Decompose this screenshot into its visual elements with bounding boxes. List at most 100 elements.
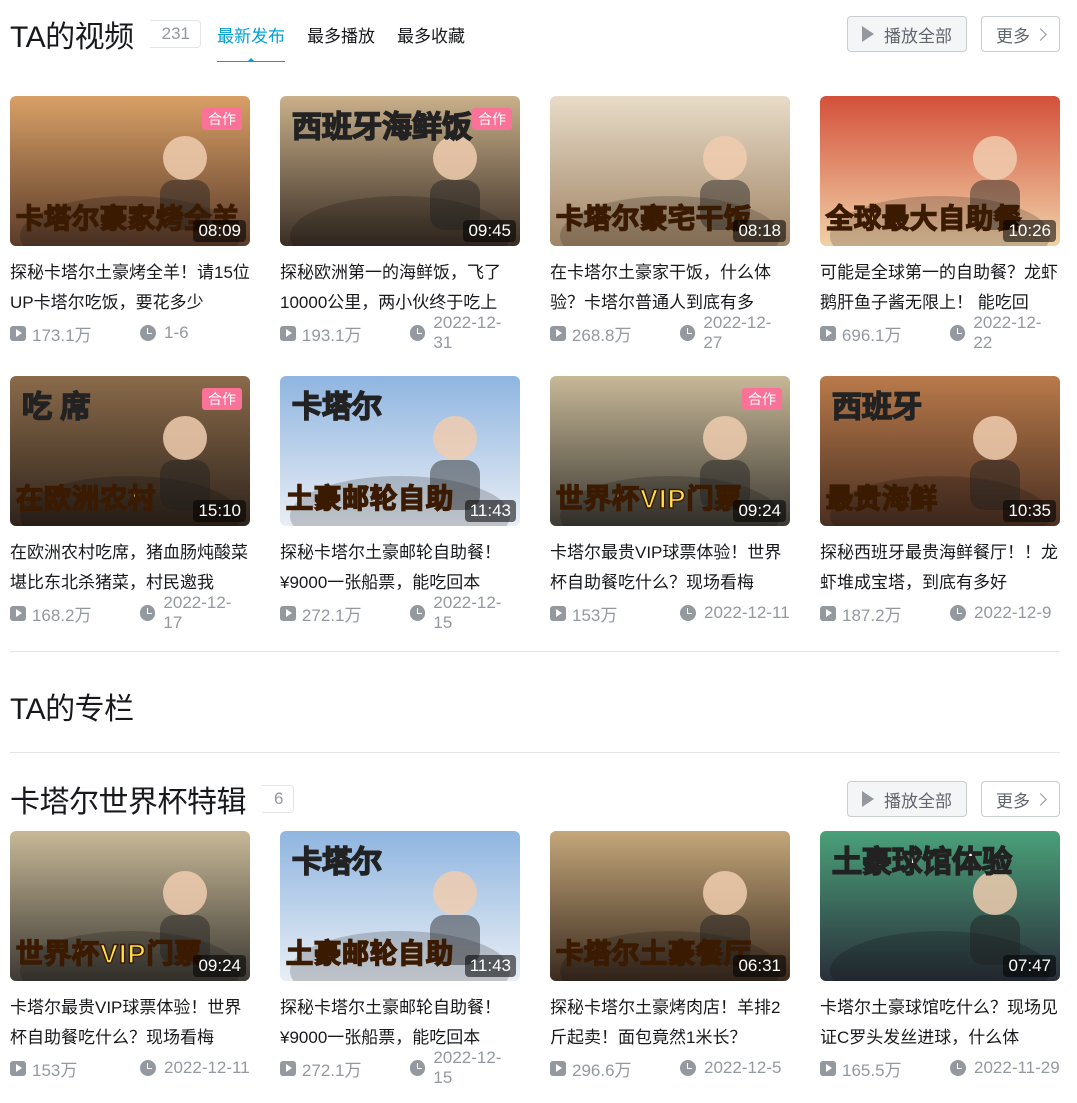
video-card[interactable]: 卡塔尔豪家烤全羊 合作 08:09 探秘卡塔尔土豪烤全羊！请15位UP卡塔尔吃饭，要花… [10,96,250,346]
video-meta: 268.8万 2022-12-27 [550,313,790,352]
play-count-icon [280,325,296,341]
play-all-label: 播放全部 [884,26,952,46]
video-card[interactable]: 卡塔尔豪宅干饭 08:18 在卡塔尔土豪家干饭，什么体验？卡塔尔普通人到底有多 268… [550,96,790,352]
video-thumbnail[interactable]: 吃 席在欧洲农村 合作 15:10 [10,376,250,526]
publish-date: 2022-12-15 [433,1048,502,1087]
tab-most-favorited[interactable]: 最多收藏 [397,14,465,54]
video-duration: 15:10 [193,500,246,522]
video-title[interactable]: 探秘欧洲第一的海鲜饭，飞了10000公里，两小伙终于吃上 [280,258,520,318]
videos-section-title: TA的视频 [10,21,134,54]
video-card[interactable]: 全球最大自助餐 10:26 可能是全球第一的自助餐？龙虾鹅肝鱼子酱无限上！ 能吃回 6… [820,96,1060,352]
view-count: 168.2万 [31,605,92,625]
view-count: 173.1万 [32,325,92,345]
publish-date: 2022-12-31 [433,313,502,352]
video-meta: 153万 2022-12-11 [550,599,790,627]
video-card[interactable]: 土豪球馆体验 07:47 卡塔尔土豪球馆吃什么？现场见证C罗头发丝进球，什么体 165… [820,831,1060,1081]
video-card[interactable]: 卡塔尔土豪餐厅 06:31 探秘卡塔尔土豪烤肉店！羊排2斤起卖！面包竟然1米长？ 29… [550,831,790,1081]
video-thumbnail[interactable]: 卡塔尔豪家烤全羊 合作 08:09 [10,96,250,246]
play-icon [862,791,874,807]
play-count-icon [10,1060,26,1076]
video-card[interactable]: 卡塔尔 土豪邮轮自助 11:43 探秘卡塔尔土豪邮轮自助餐！¥9000一张船票，能吃回… [280,831,520,1087]
clock-icon [139,605,156,621]
columns-section-title: TA的专栏 [10,693,134,726]
collab-badge: 合作 [742,388,782,410]
video-meta: 193.1万 2022-12-31 [280,313,520,352]
video-title[interactable]: 探秘卡塔尔土豪邮轮自助餐！¥9000一张船票，能吃回本 [280,993,520,1053]
publish-date: 2022-12-22 [973,313,1042,352]
publish-date: 2022-11-29 [974,1058,1060,1077]
video-meta: 168.2万 2022-12-17 [10,593,250,632]
video-title[interactable]: 在欧洲农村吃席，猪血肠炖酸菜堪比东北杀猪菜，村民邀我 [10,538,250,598]
video-thumbnail[interactable]: 世界杯VIP门票 合作 09:24 [550,376,790,526]
play-count-icon [820,1060,836,1076]
playlist-more-button[interactable]: 更多 [981,781,1060,817]
video-title[interactable]: 探秘西班牙最贵海鲜餐厅！！龙虾堆成宝塔，到底有多好 [820,538,1060,598]
thumbnail-top-caption: 土豪球馆体验 [831,845,1013,880]
clock-icon [680,1060,696,1076]
collab-badge: 合作 [472,108,512,130]
videos-count-badge: 231 [149,20,201,48]
video-title[interactable]: 探秘卡塔尔土豪烤肉店！羊排2斤起卖！面包竟然1米长？ [550,993,790,1053]
video-title[interactable]: 卡塔尔土豪球馆吃什么？现场见证C罗头发丝进球，什么体 [820,993,1060,1053]
publish-date: 2022-12-9 [974,603,1052,622]
video-meta: 296.6万 2022-12-5 [550,1054,790,1082]
tab-latest[interactable]: 最新发布 [216,14,285,62]
view-count: 272.1万 [301,1060,362,1080]
play-all-button[interactable]: 播放全部 [847,16,967,52]
video-title[interactable]: 在卡塔尔土豪家干饭，什么体验？卡塔尔普通人到底有多 [550,258,790,318]
tab-most-played[interactable]: 最多播放 [307,14,375,54]
thumbnail-top-caption: 西班牙 [831,390,923,425]
video-meta: 696.1万 2022-12-22 [820,313,1060,352]
collab-badge: 合作 [202,388,242,410]
video-card[interactable]: 世界杯VIP门票 09:24 卡塔尔最贵VIP球票体验！世界杯自助餐吃什么？现场看梅… [10,831,250,1081]
clock-icon [950,1060,966,1076]
clock-icon [409,1060,426,1076]
section-divider [10,651,1060,652]
videos-grid: 卡塔尔豪家烤全羊 合作 08:09 探秘卡塔尔土豪烤全羊！请15位UP卡塔尔吃饭，要花… [10,96,1060,632]
video-thumbnail[interactable]: 卡塔尔 土豪邮轮自助 11:43 [280,831,520,981]
videos-section-header: TA的视频 231 最新发布 最多播放 最多收藏 播放全部 更多 [10,14,1060,62]
video-card[interactable]: 西班牙海鲜饭 合作 09:45 探秘欧洲第一的海鲜饭，飞了10000公里，两小伙终于吃… [280,96,520,352]
publish-date: 2022-12-15 [433,593,502,632]
video-card[interactable]: 吃 席在欧洲农村 合作 15:10 在欧洲农村吃席，猪血肠炖酸菜堪比东北杀猪菜，村民邀… [10,376,250,632]
chevron-right-icon [1034,27,1047,41]
publish-date: 2022-12-17 [163,593,232,632]
video-thumbnail[interactable]: 卡塔尔豪宅干饭 08:18 [550,96,790,246]
publish-date: 2022-12-27 [703,313,772,352]
video-title[interactable]: 卡塔尔最贵VIP球票体验！世界杯自助餐吃什么？现场看梅 [10,993,250,1053]
video-thumbnail[interactable]: 西班牙海鲜饭 合作 09:45 [280,96,520,246]
playlist-grid: 世界杯VIP门票 09:24 卡塔尔最贵VIP球票体验！世界杯自助餐吃什么？现场看梅… [10,831,1060,1087]
play-count-icon [550,325,566,341]
video-title[interactable]: 卡塔尔最贵VIP球票体验！世界杯自助餐吃什么？现场看梅 [550,538,790,598]
video-card[interactable]: 世界杯VIP门票 合作 09:24 卡塔尔最贵VIP球票体验！世界杯自助餐吃什么？现场… [550,376,790,626]
publish-date: 2022-12-11 [704,603,790,622]
more-button[interactable]: 更多 [981,16,1060,52]
section-divider [10,752,1060,753]
more-label: 更多 [996,26,1030,46]
video-card[interactable]: 卡塔尔 土豪邮轮自助 11:43 探秘卡塔尔土豪邮轮自助餐！¥9000一张船票，能吃回… [280,376,520,632]
clock-icon [140,1060,156,1076]
video-title[interactable]: 探秘卡塔尔土豪烤全羊！请15位UP卡塔尔吃饭，要花多少 [10,258,250,318]
columns-section-header: TA的专栏 [10,686,1060,726]
video-thumbnail[interactable]: 全球最大自助餐 10:26 [820,96,1060,246]
video-meta: 153万 2022-12-11 [10,1054,250,1082]
clock-icon [140,325,156,341]
video-card[interactable]: 西班牙 最贵海鲜 10:35 探秘西班牙最贵海鲜餐厅！！龙虾堆成宝塔，到底有多好 187… [820,376,1060,626]
thumbnail-caption: 土豪邮轮自助 [285,483,454,515]
video-thumbnail[interactable]: 西班牙 最贵海鲜 10:35 [820,376,1060,526]
playlist-section-header: 卡塔尔世界杯特辑 6 播放全部 更多 [10,779,1060,819]
video-title[interactable]: 探秘卡塔尔土豪邮轮自助餐！¥9000一张船票，能吃回本 [280,538,520,598]
playlist-play-all-button[interactable]: 播放全部 [847,781,967,817]
playlist-section-title[interactable]: 卡塔尔世界杯特辑 [10,777,247,821]
publish-date: 2022-12-11 [164,1058,250,1077]
thumbnail-caption: 全球最大自助餐 [825,203,1022,235]
video-thumbnail[interactable]: 世界杯VIP门票 09:24 [10,831,250,981]
video-thumbnail[interactable]: 卡塔尔土豪餐厅 06:31 [550,831,790,981]
chevron-right-icon [1034,792,1047,806]
video-duration: 09:24 [193,955,246,977]
video-thumbnail[interactable]: 卡塔尔 土豪邮轮自助 11:43 [280,376,520,526]
video-title[interactable]: 可能是全球第一的自助餐？龙虾鹅肝鱼子酱无限上！ 能吃回 [820,258,1060,318]
thumbnail-caption: 卡塔尔土豪餐厅 [555,938,752,970]
video-duration: 10:35 [1003,500,1056,522]
video-thumbnail[interactable]: 土豪球馆体验 07:47 [820,831,1060,981]
